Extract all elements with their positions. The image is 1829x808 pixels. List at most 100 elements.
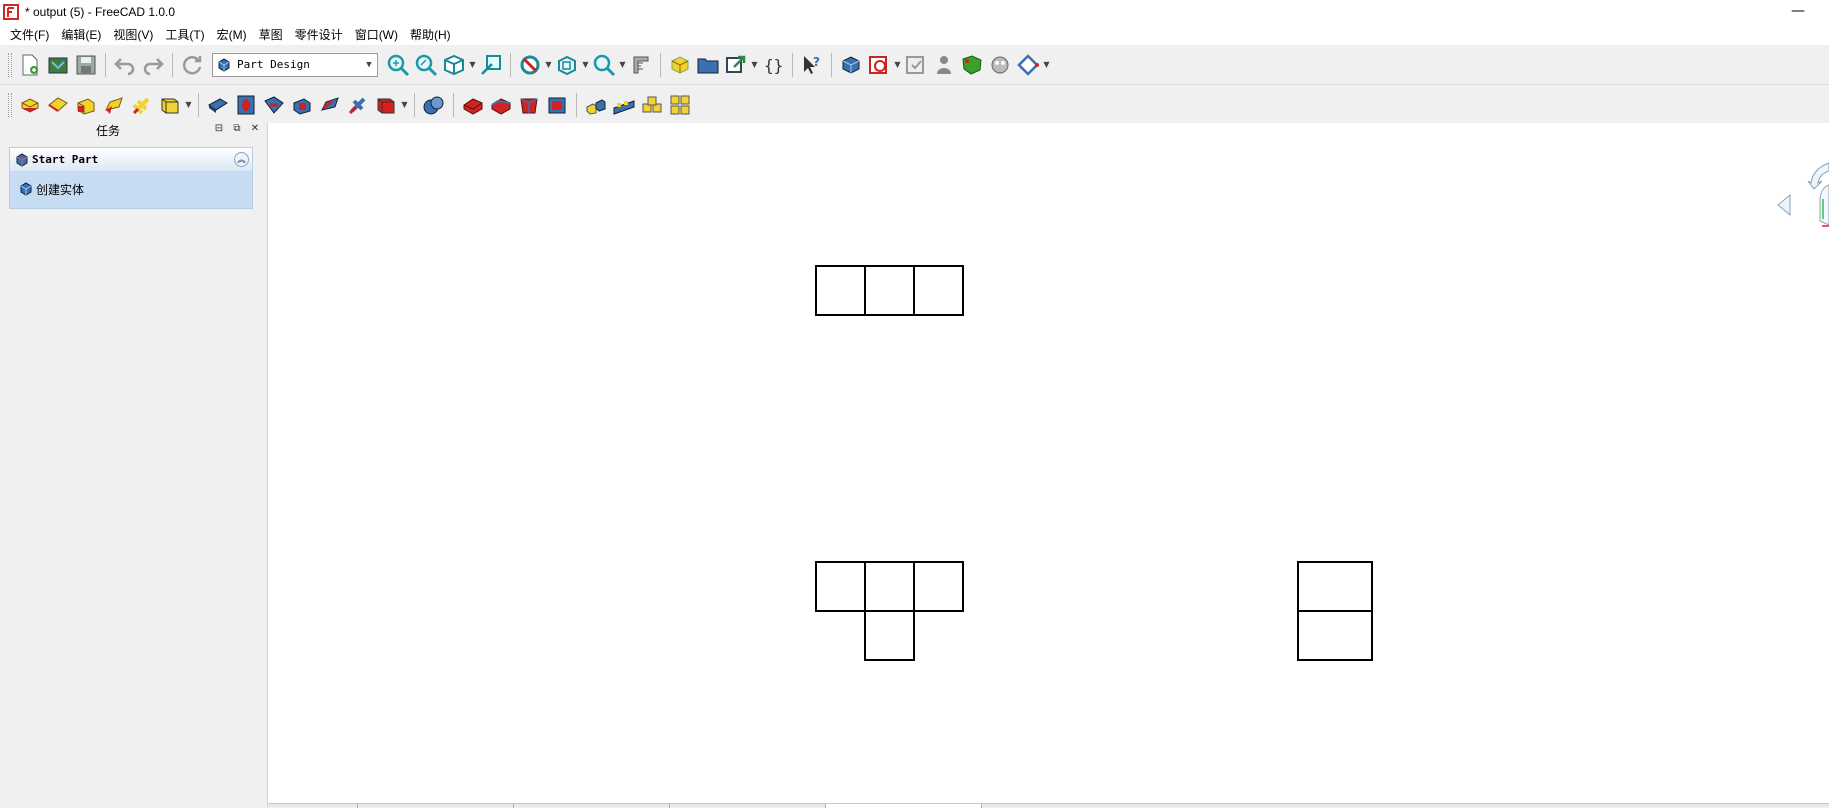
svg-text:{}: {} [764, 56, 783, 75]
thickness-icon[interactable] [543, 90, 571, 120]
minimize-button[interactable]: — [1789, 2, 1807, 20]
chevron-down-icon: ▼ [366, 59, 372, 70]
additive-loft-icon[interactable] [72, 90, 100, 120]
create-part-icon[interactable] [666, 50, 694, 80]
fit-selection-icon[interactable] [412, 50, 440, 80]
menu-bar: 文件(F) 编辑(E) 视图(V) 工具(T) 宏(M) 草图 零件设计 窗口(… [0, 23, 1829, 45]
menu-file[interactable]: 文件(F) [4, 26, 55, 43]
chevron-down-icon[interactable]: ▼ [893, 50, 902, 80]
zoom-icon[interactable] [590, 50, 618, 80]
panel-toggle-icon[interactable]: ⊟ [213, 123, 225, 135]
task-panel: 任务 ⊟ ⧉ ✕ Start Part ︽ 创建实体 [0, 123, 268, 807]
additive-primitive-icon[interactable] [156, 90, 184, 120]
menu-macro[interactable]: 宏(M) [211, 26, 253, 43]
linear-pattern-icon[interactable] [610, 90, 638, 120]
hole-icon[interactable] [232, 90, 260, 120]
multi-transform-icon[interactable] [666, 90, 694, 120]
clone-icon[interactable] [930, 50, 958, 80]
toolbar-separator [792, 52, 793, 77]
create-sketch-icon[interactable] [865, 50, 893, 80]
chamfer-icon[interactable] [487, 90, 515, 120]
create-body-icon[interactable] [837, 50, 865, 80]
variable-set-icon[interactable]: {} [759, 50, 787, 80]
boolean-icon[interactable] [420, 90, 448, 120]
panel-close-icon[interactable]: ✕ [249, 123, 261, 135]
bounding-box-icon[interactable] [553, 50, 581, 80]
groove-icon[interactable] [260, 90, 288, 120]
toolbar-separator [105, 52, 106, 77]
create-body-link[interactable]: 创建实体 [10, 171, 252, 207]
workbench-selector[interactable]: Part Design ▼ [212, 52, 378, 77]
toolbar-grip[interactable] [8, 92, 12, 117]
chevron-down-icon[interactable]: ▼ [544, 50, 553, 80]
refresh-icon[interactable] [178, 50, 206, 80]
open-document-icon[interactable] [44, 50, 72, 80]
shape-binder-icon[interactable] [958, 50, 986, 80]
whats-this-icon[interactable]: ? [798, 50, 826, 80]
new-document-icon[interactable] [16, 50, 44, 80]
document-tab[interactable] [358, 804, 514, 808]
document-tab[interactable] [268, 804, 358, 808]
window-title: * output (5) - FreeCAD 1.0.0 [25, 4, 176, 19]
undo-icon[interactable] [111, 50, 139, 80]
subtractive-loft-icon[interactable] [288, 90, 316, 120]
sketch-square [864, 610, 915, 661]
document-tab[interactable] [670, 804, 826, 808]
link-icon[interactable] [722, 50, 750, 80]
toolbar-separator [414, 92, 415, 117]
pocket-icon[interactable] [204, 90, 232, 120]
toolbar-grip[interactable] [8, 52, 12, 77]
sub-shape-binder-icon[interactable] [986, 50, 1014, 80]
sketch-view-icon[interactable] [477, 50, 505, 80]
chevron-down-icon[interactable]: ▼ [184, 90, 193, 120]
datum-plane-icon[interactable] [1014, 50, 1042, 80]
polar-pattern-icon[interactable] [638, 90, 666, 120]
document-tab[interactable] [514, 804, 670, 808]
start-part-box: Start Part ︽ 创建实体 [9, 147, 253, 209]
chevron-down-icon[interactable]: ▼ [400, 90, 409, 120]
measure-icon[interactable] [627, 50, 655, 80]
chevron-down-icon[interactable]: ▼ [468, 50, 477, 80]
document-tab[interactable] [826, 804, 982, 808]
redo-icon[interactable] [139, 50, 167, 80]
menu-sketch[interactable]: 草图 [253, 26, 289, 43]
start-part-header[interactable]: Start Part ︽ [10, 148, 252, 171]
mirrored-icon[interactable] [582, 90, 610, 120]
sketch-square [815, 265, 866, 316]
save-icon[interactable] [72, 50, 100, 80]
subtractive-primitive-icon[interactable] [372, 90, 400, 120]
menu-tools[interactable]: 工具(T) [159, 26, 210, 43]
chevron-down-icon[interactable]: ▼ [618, 50, 627, 80]
create-group-icon[interactable] [694, 50, 722, 80]
navigation-cube[interactable] [1776, 143, 1829, 243]
panel-float-icon[interactable]: ⧉ [231, 123, 243, 135]
draft-icon[interactable] [515, 90, 543, 120]
title-bar: * output (5) - FreeCAD 1.0.0 — [0, 0, 1829, 23]
draw-style-icon[interactable] [516, 50, 544, 80]
chevron-down-icon[interactable]: ▼ [1042, 50, 1051, 80]
sketch-rectangle [1297, 561, 1373, 612]
subtractive-helix-icon[interactable] [344, 90, 372, 120]
standard-views-icon[interactable] [440, 50, 468, 80]
pad-icon[interactable] [16, 90, 44, 120]
subtractive-pipe-icon[interactable] [316, 90, 344, 120]
menu-view[interactable]: 视图(V) [107, 26, 159, 43]
additive-pipe-icon[interactable] [100, 90, 128, 120]
menu-help[interactable]: 帮助(H) [404, 26, 457, 43]
toolbar-separator [510, 52, 511, 77]
fillet-icon[interactable] [459, 90, 487, 120]
3d-viewport[interactable] [268, 123, 1829, 803]
menu-window[interactable]: 窗口(W) [349, 26, 404, 43]
menu-part-design[interactable]: 零件设计 [289, 26, 349, 43]
additive-helix-icon[interactable] [128, 90, 156, 120]
task-panel-title: 任务 [96, 124, 121, 138]
toolbar-separator [453, 92, 454, 117]
fit-all-icon[interactable] [384, 50, 412, 80]
validate-sketch-icon[interactable] [902, 50, 930, 80]
part-design-icon [218, 57, 230, 72]
double-chevron-up-icon[interactable]: ︽ [234, 152, 249, 167]
menu-edit[interactable]: 编辑(E) [55, 26, 107, 43]
chevron-down-icon[interactable]: ▼ [581, 50, 590, 80]
chevron-down-icon[interactable]: ▼ [750, 50, 759, 80]
revolution-icon[interactable] [44, 90, 72, 120]
